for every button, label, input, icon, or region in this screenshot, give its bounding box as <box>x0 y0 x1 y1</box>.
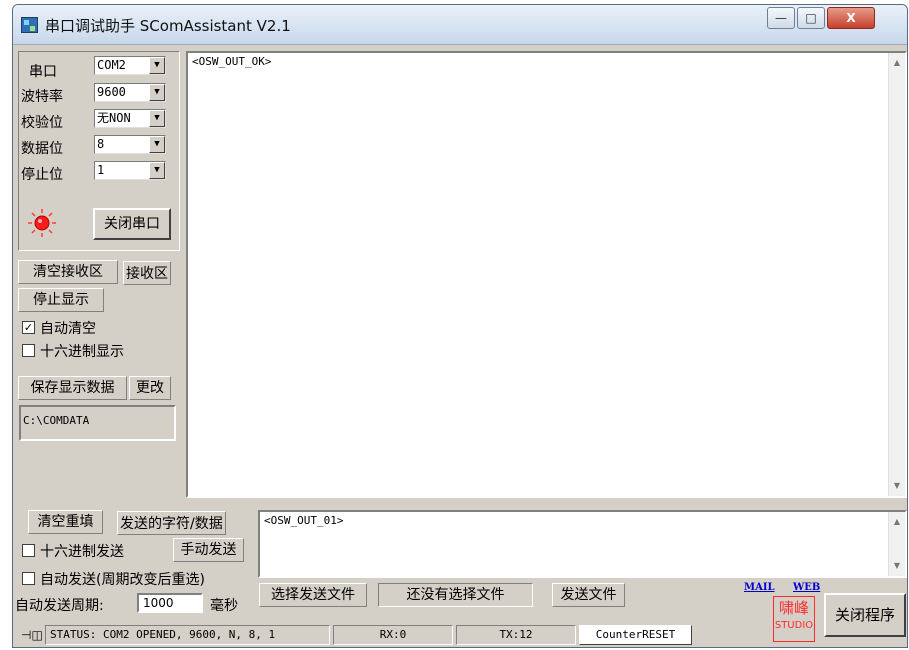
send-content: <OSW_OUT_01> <box>264 514 344 527</box>
stop-display-button[interactable]: 停止显示 <box>18 288 104 312</box>
chevron-down-icon: ▼ <box>149 57 165 74</box>
main-window: 串口调试助手 SComAssistant V2.1 — □ X 串口 COM2 … <box>12 4 908 648</box>
counter-reset-button[interactable]: CounterRESET <box>579 625 692 645</box>
title-bar[interactable]: 串口调试助手 SComAssistant V2.1 — □ X <box>13 5 907 45</box>
receive-area-label: 接收区 <box>123 261 171 285</box>
port-value: COM2 <box>97 58 126 72</box>
auto-send-label: 自动发送(周期改变后重选) <box>40 572 205 588</box>
receive-scrollbar[interactable]: ▲ ▼ <box>888 53 905 496</box>
manual-send-button[interactable]: 手动发送 <box>173 538 244 562</box>
port-select[interactable]: COM2 ▼ <box>94 56 166 75</box>
parity-label: 校验位 <box>21 115 63 131</box>
logo-sub: STUDIO <box>774 620 814 631</box>
baud-value: 9600 <box>97 85 126 99</box>
window-title: 串口调试助手 SComAssistant V2.1 <box>45 17 291 35</box>
period-value: 1000 <box>143 596 174 610</box>
file-status-label: 还没有选择文件 <box>378 583 533 607</box>
receive-textarea[interactable]: <OSW_OUT_OK> ▲ ▼ <box>186 51 907 498</box>
scroll-up-icon[interactable]: ▲ <box>889 514 905 530</box>
chevron-down-icon: ▼ <box>149 110 165 127</box>
chevron-down-icon: ▼ <box>149 136 165 153</box>
hex-display-label: 十六进制显示 <box>40 344 124 360</box>
clear-receive-button[interactable]: 清空接收区 <box>18 260 118 284</box>
parity-value: 无NON <box>97 111 131 125</box>
maximize-button[interactable]: □ <box>797 7 825 29</box>
minimize-button[interactable]: — <box>767 7 795 29</box>
tx-counter: TX:12 <box>456 625 576 645</box>
mail-link[interactable]: MAIL <box>744 582 775 593</box>
databits-label: 数据位 <box>21 141 63 157</box>
stopbits-label: 停止位 <box>21 167 63 183</box>
receive-content: <OSW_OUT_OK> <box>192 55 272 68</box>
send-file-button[interactable]: 发送文件 <box>552 583 625 607</box>
period-label: 自动发送周期: <box>15 598 104 614</box>
select-file-button[interactable]: 选择发送文件 <box>259 583 367 607</box>
exit-program-button[interactable]: 关闭程序 <box>824 593 906 637</box>
stopbits-select[interactable]: 1 ▼ <box>94 161 166 180</box>
port-status-indicator-icon <box>28 209 56 237</box>
clear-resend-button[interactable]: 清空重填 <box>28 510 103 534</box>
logo-text: 啸峰 <box>778 599 809 617</box>
send-textarea[interactable]: <OSW_OUT_01> ▲ ▼ <box>258 510 907 578</box>
pin-icon: ⊣◫ <box>21 628 43 642</box>
auto-send-checkbox[interactable] <box>22 572 35 585</box>
hex-send-label: 十六进制发送 <box>40 544 124 560</box>
save-path-display: C:\COMDATA <box>19 405 176 441</box>
save-display-button[interactable]: 保存显示数据 <box>18 376 127 400</box>
close-button[interactable]: X <box>827 7 875 29</box>
scroll-down-icon[interactable]: ▼ <box>889 558 905 574</box>
hex-display-checkbox[interactable] <box>22 344 35 357</box>
baud-label: 波特率 <box>21 89 63 105</box>
save-path-text: C:\COMDATA <box>23 414 90 427</box>
app-icon <box>21 17 38 33</box>
status-text: STATUS: COM2 OPENED, 9600, N, 8, 1 <box>45 625 330 645</box>
databits-value: 8 <box>97 137 105 151</box>
port-label: 串口 <box>29 64 57 80</box>
period-unit-label: 毫秒 <box>210 598 238 614</box>
change-path-button[interactable]: 更改 <box>129 376 171 400</box>
send-data-label: 发送的字符/数据 <box>117 511 226 535</box>
databits-select[interactable]: 8 ▼ <box>94 135 166 154</box>
parity-select[interactable]: 无NON ▼ <box>94 109 166 128</box>
web-link[interactable]: WEB <box>793 582 820 593</box>
scroll-up-icon[interactable]: ▲ <box>889 55 905 71</box>
scroll-down-icon[interactable]: ▼ <box>889 478 905 494</box>
studio-logo: 啸峰 STUDIO <box>773 596 815 642</box>
baud-select[interactable]: 9600 ▼ <box>94 83 166 102</box>
hex-send-checkbox[interactable] <box>22 544 35 557</box>
rx-counter: RX:0 <box>333 625 453 645</box>
period-input[interactable]: 1000 <box>137 593 203 613</box>
close-port-button[interactable]: 关闭串口 <box>93 208 171 240</box>
chevron-down-icon: ▼ <box>149 84 165 101</box>
chevron-down-icon: ▼ <box>149 162 165 179</box>
port-settings-group: 串口 COM2 ▼ 波特率 9600 ▼ 校验位 无NON ▼ 数据位 8 ▼ … <box>18 51 180 251</box>
auto-clear-label: 自动清空 <box>40 321 96 337</box>
auto-clear-checkbox[interactable]: ✓ <box>22 321 35 334</box>
stopbits-value: 1 <box>97 163 105 177</box>
send-scrollbar[interactable]: ▲ ▼ <box>888 512 905 576</box>
